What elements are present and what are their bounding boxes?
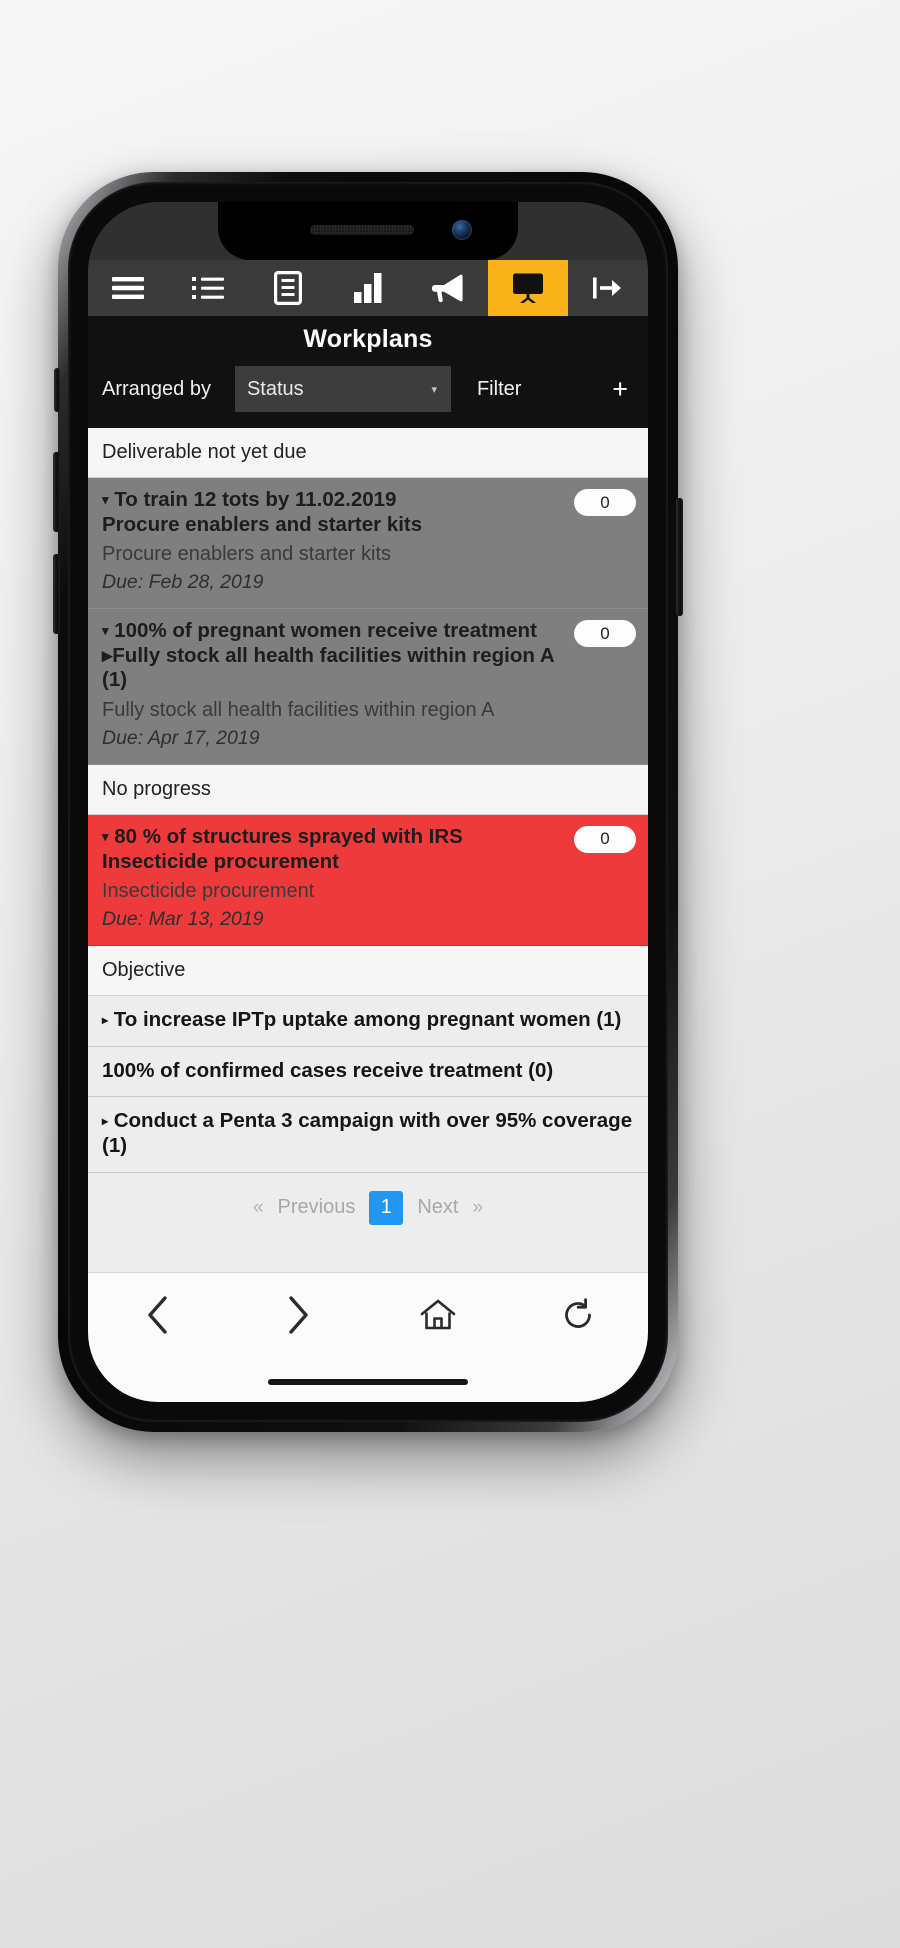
- objective-row[interactable]: 100% of confirmed cases receive treatmen…: [88, 1046, 648, 1098]
- workplan-due-date: Due: Mar 13, 2019: [102, 908, 264, 931]
- toolbar-item-tasks[interactable]: [168, 260, 248, 316]
- document-icon: [274, 271, 302, 305]
- volume-down-button[interactable]: [53, 554, 60, 634]
- home-indicator-area: [88, 1362, 648, 1402]
- caret-down-icon[interactable]: ▾: [102, 623, 109, 638]
- earpiece-speaker: [310, 225, 414, 235]
- workplan-name-text: ▸Fully stock all health facilities withi…: [102, 643, 554, 692]
- workplan-card[interactable]: 0 ▾ 100% of pregnant women receive treat…: [88, 609, 648, 765]
- chevron-down-icon: ▾: [431, 383, 437, 396]
- silent-switch[interactable]: [54, 368, 60, 412]
- workplan-list[interactable]: Deliverable not yet due 0 ▾ To train 12 …: [88, 428, 648, 1272]
- group-header: Deliverable not yet due: [88, 428, 648, 478]
- status-badge: 0: [574, 489, 636, 516]
- workplan-name-text: Insecticide procurement: [102, 849, 339, 873]
- arrange-filter-bar: Arranged by Status ▾ Filter +: [88, 360, 648, 428]
- workplan-due-date: Due: Feb 28, 2019: [102, 571, 264, 594]
- toolbar-item-documents[interactable]: [248, 260, 328, 316]
- workplan-due-date: Due: Apr 17, 2019: [102, 726, 260, 749]
- notch: [218, 202, 518, 260]
- workplan-objective-text: To train 12 tots by 11.02.2019: [114, 488, 397, 511]
- objective-label: 100% of confirmed cases receive treatmen…: [102, 1058, 554, 1082]
- sort-by-select[interactable]: Status ▾: [234, 366, 451, 412]
- status-badge: 0: [574, 620, 636, 648]
- pagination-next[interactable]: Next: [417, 1196, 458, 1219]
- hamburger-menu-icon: [111, 275, 145, 301]
- workplan-objective-text: 80 % of structures sprayed with IRS: [114, 824, 463, 848]
- toolbar-item-reports[interactable]: [328, 260, 408, 316]
- volume-up-button[interactable]: [53, 452, 60, 532]
- app-icon-toolbar: [88, 260, 648, 316]
- home-icon: [419, 1297, 457, 1338]
- sort-by-value: Status: [246, 377, 304, 400]
- phone-screen: Workplans Arranged by Status ▾ Filter + …: [88, 202, 648, 1402]
- pagination-first[interactable]: «: [253, 1197, 264, 1219]
- home-indicator[interactable]: [268, 1379, 468, 1385]
- pagination-previous[interactable]: Previous: [278, 1196, 356, 1219]
- reload-icon: [560, 1297, 596, 1338]
- workplan-subtitle: Fully stock all health facilities within…: [102, 698, 495, 721]
- phone-device-frame: Workplans Arranged by Status ▾ Filter + …: [53, 172, 683, 1432]
- power-button[interactable]: [676, 498, 683, 616]
- workplans-app: Workplans Arranged by Status ▾ Filter + …: [88, 202, 648, 1402]
- browser-back-button[interactable]: [88, 1295, 228, 1340]
- workplan-title: ▾ To train 12 tots by 11.02.2019 Procure…: [102, 488, 634, 537]
- caret-down-icon[interactable]: ▾: [102, 829, 109, 844]
- pagination-page-1[interactable]: 1: [369, 1190, 404, 1225]
- toolbar-item-workplans[interactable]: [488, 260, 568, 316]
- objective-row[interactable]: ▸ To increase IPTp uptake among pregnant…: [88, 996, 648, 1047]
- toolbar-item-announcements[interactable]: [408, 260, 488, 316]
- page-title: Workplans: [88, 316, 648, 360]
- workplan-title: ▾ 100% of pregnant women receive treatme…: [102, 619, 634, 693]
- phone-bezel: Workplans Arranged by Status ▾ Filter + …: [68, 182, 668, 1422]
- front-camera-icon: [452, 220, 472, 240]
- workplan-card[interactable]: 0 ▾ 80 % of structures sprayed with IRS …: [88, 814, 648, 947]
- group-header: No progress: [88, 764, 648, 815]
- workplan-name-text: Procure enablers and starter kits: [102, 512, 423, 536]
- objective-label: To increase IPTp uptake among pregnant w…: [113, 1008, 622, 1032]
- megaphone-icon: [430, 273, 466, 303]
- arranged-by-label: Arranged by: [102, 377, 211, 400]
- logout-icon: [592, 273, 624, 303]
- browser-navigation-bar: [88, 1272, 648, 1362]
- caret-right-icon[interactable]: ▸: [102, 1114, 108, 1128]
- toolbar-item-logout[interactable]: [568, 260, 648, 316]
- browser-forward-button[interactable]: [228, 1295, 368, 1340]
- status-badge: 0: [574, 825, 636, 853]
- back-icon: [145, 1295, 171, 1340]
- task-list-icon: [191, 275, 225, 301]
- objective-label: Conduct a Penta 3 campaign with over 95%…: [102, 1109, 633, 1157]
- filter-button[interactable]: Filter: [477, 378, 521, 401]
- workplan-subtitle: Insecticide procurement: [102, 880, 315, 903]
- pagination: « Previous 1 Next »: [88, 1172, 648, 1243]
- workplan-objective-text: 100% of pregnant women receive treatment: [114, 619, 537, 643]
- workplan-title: ▾ 80 % of structures sprayed with IRS In…: [102, 825, 634, 874]
- browser-home-button[interactable]: [368, 1297, 508, 1338]
- toolbar-item-menu[interactable]: [88, 260, 168, 316]
- group-header: Objective: [88, 946, 648, 997]
- workplan-subtitle: Procure enablers and starter kits: [102, 543, 392, 566]
- presentation-board-icon: [511, 272, 545, 304]
- bar-chart-icon: [353, 272, 383, 304]
- pagination-last[interactable]: »: [472, 1197, 483, 1219]
- add-workplan-button[interactable]: +: [612, 375, 634, 403]
- caret-right-icon[interactable]: ▸: [102, 1013, 108, 1027]
- workplan-card[interactable]: 0 ▾ To train 12 tots by 11.02.2019 Procu…: [88, 478, 648, 610]
- objective-row[interactable]: ▸ Conduct a Penta 3 campaign with over 9…: [88, 1097, 648, 1173]
- forward-icon: [285, 1295, 311, 1340]
- caret-down-icon[interactable]: ▾: [102, 492, 109, 507]
- browser-reload-button[interactable]: [508, 1297, 648, 1338]
